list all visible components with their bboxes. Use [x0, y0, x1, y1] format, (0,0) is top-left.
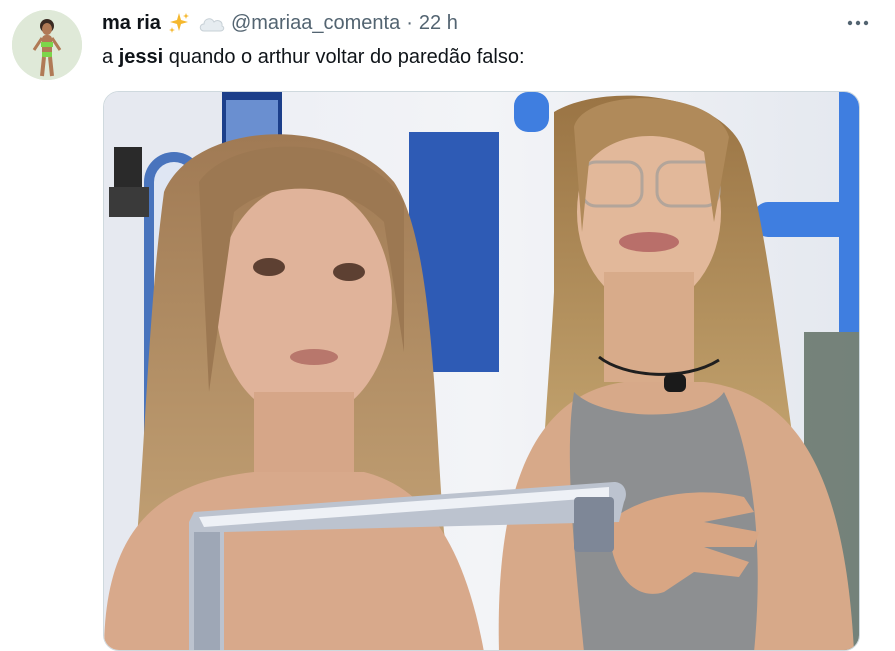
tweet-text-mention: jessi — [118, 46, 164, 68]
author-name[interactable]: ma ria — [102, 12, 161, 35]
tweet-header: ma ria @mariaa_comenta · 22 h — [102, 10, 458, 36]
tweet-media-image[interactable] — [103, 91, 860, 651]
media-photo — [104, 92, 859, 650]
avatar[interactable] — [12, 10, 82, 80]
tweet-text-suffix: quando o arthur voltar do paredão falso: — [163, 46, 525, 68]
tweet-text-prefix: a — [102, 46, 119, 68]
separator-dot: · — [406, 11, 413, 34]
more-horizontal-icon[interactable] — [843, 10, 873, 36]
cloud-icon — [197, 12, 225, 34]
tweet: ma ria @mariaa_comenta · 22 h a jessi qu… — [0, 0, 895, 651]
tweet-text: a jessi quando o arthur voltar do paredã… — [102, 46, 525, 69]
sparkles-icon — [167, 11, 191, 35]
author-handle[interactable]: @mariaa_comenta — [231, 12, 400, 35]
timestamp[interactable]: 22 h — [419, 12, 458, 35]
